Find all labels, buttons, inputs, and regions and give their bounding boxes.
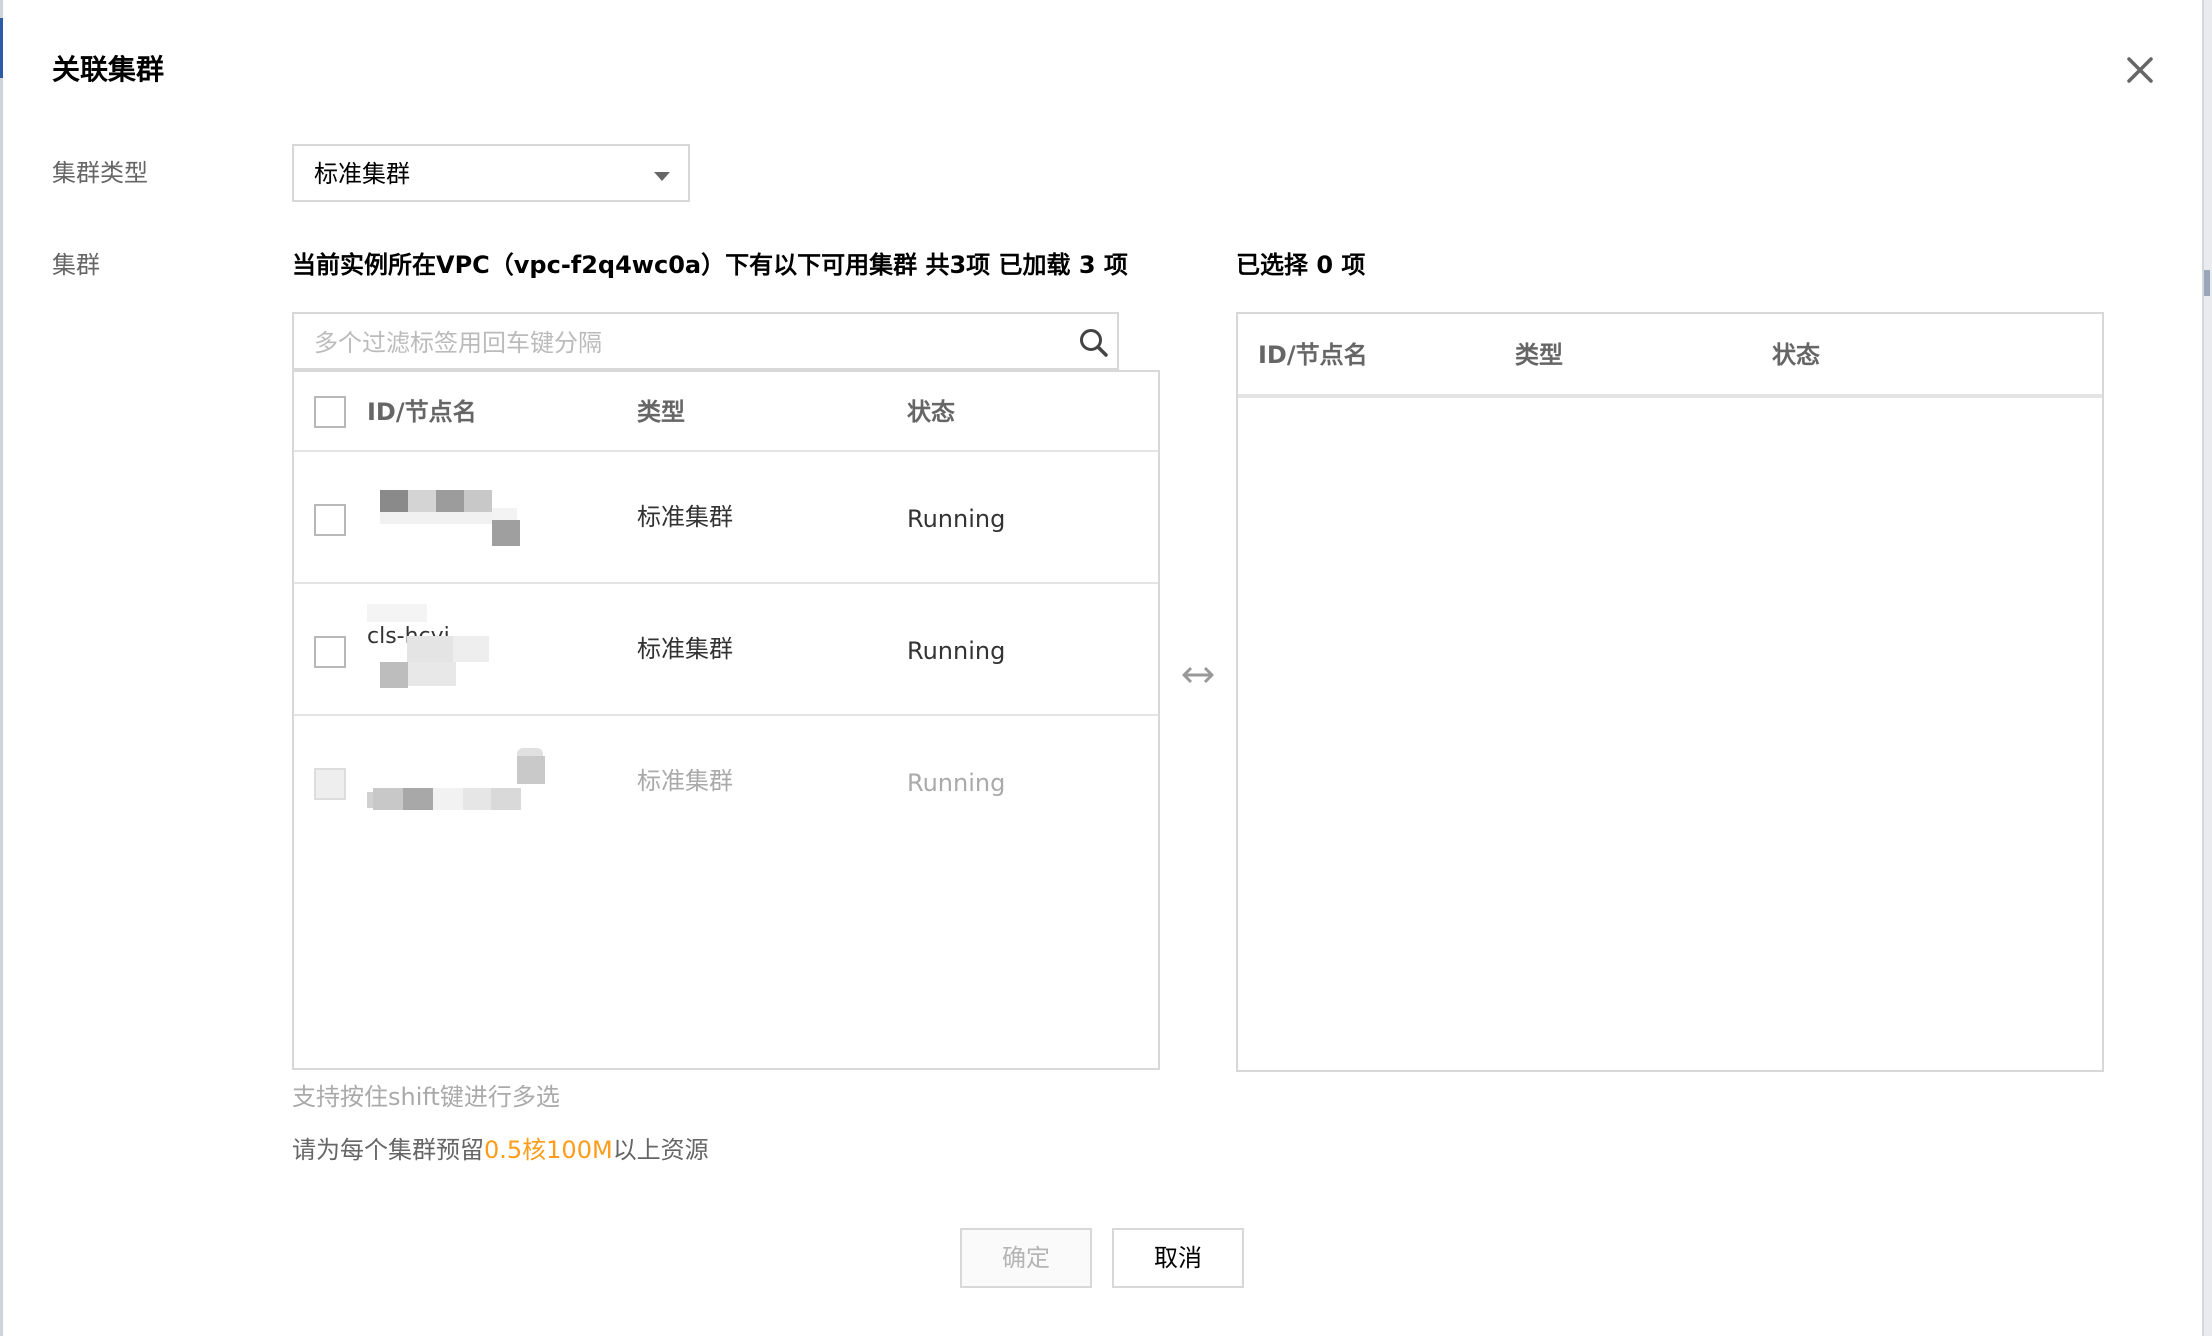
column-header-status: 状态: [1772, 341, 1820, 369]
cluster-id-cell: [367, 746, 557, 816]
redaction-block: [380, 512, 492, 524]
redaction-block: [403, 788, 433, 810]
reserve-tip-prefix: 请为每个集群预留: [292, 1136, 484, 1164]
redaction-block: [491, 788, 521, 810]
column-header-type: 类型: [637, 398, 685, 426]
cluster-type: 标准集群: [637, 503, 733, 531]
redaction-block: [408, 662, 456, 686]
selected-count-title: 已选择 0 项: [1236, 251, 1366, 279]
column-header-id: ID/节点名: [1258, 341, 1368, 369]
cluster-id-cell: [367, 488, 557, 548]
cluster-label: 集群: [52, 251, 100, 279]
column-header-type: 类型: [1515, 341, 1563, 369]
chevron-down-icon: [654, 172, 670, 181]
available-clusters-description: 当前实例所在VPC（vpc-f2q4wc0a）下有以下可用集群 共3项 已加载 …: [292, 251, 1128, 279]
confirm-button[interactable]: 确定: [960, 1228, 1092, 1288]
redaction-block: [367, 604, 427, 622]
right-scrollbar-strip: [2202, 0, 2212, 1336]
cluster-type-value: 标准集群: [314, 160, 410, 188]
redaction-block: [433, 788, 463, 810]
redaction-block: [373, 788, 403, 810]
redaction-block: [408, 490, 436, 512]
redaction-block: [517, 748, 543, 756]
available-clusters-table: ID/节点名 类型 状态 标准集群 Running cls-hcyi: [292, 370, 1160, 1070]
multi-select-tip: 支持按住shift键进行多选: [292, 1083, 560, 1111]
cluster-type: 标准集群: [637, 767, 733, 795]
redaction-block: [492, 520, 520, 546]
column-header-status: 状态: [907, 398, 955, 426]
redaction-block: [492, 508, 517, 520]
table-header: ID/节点名 类型 状态: [294, 372, 1158, 452]
dialog-title: 关联集群: [52, 53, 165, 86]
resource-reserve-tip: 请为每个集群预留0.5核100M以上资源: [292, 1133, 709, 1167]
transfer-arrows-icon: [1182, 666, 1214, 684]
right-edge-marker: [2204, 270, 2210, 296]
table-row: 标准集群 Running: [294, 716, 1158, 848]
close-icon: [2127, 57, 2153, 83]
cluster-type-select[interactable]: 标准集群: [292, 144, 690, 202]
redaction-block: [380, 662, 408, 688]
search-icon[interactable]: [1078, 327, 1110, 359]
row-checkbox[interactable]: [314, 636, 346, 668]
reserve-tip-suffix: 以上资源: [612, 1136, 709, 1164]
cluster-id-cell: cls-hcyi: [367, 604, 557, 694]
redaction-block: [407, 636, 453, 662]
cluster-status: Running: [907, 769, 1006, 797]
column-header-id: ID/节点名: [367, 398, 477, 426]
filter-search-box: [292, 312, 1119, 370]
left-window-edge: [0, 0, 3, 1336]
close-button[interactable]: [2120, 50, 2160, 90]
cancel-button[interactable]: 取消: [1112, 1228, 1244, 1288]
redaction-block: [463, 788, 491, 810]
table-row[interactable]: cls-hcyi 标准集群 Running: [294, 584, 1158, 716]
filter-search-input[interactable]: [314, 326, 1054, 360]
redaction-block: [453, 636, 489, 662]
row-checkbox[interactable]: [314, 504, 346, 536]
table-header: ID/节点名 类型 状态: [1238, 314, 2102, 398]
selected-clusters-table: ID/节点名 类型 状态: [1236, 312, 2104, 1072]
redaction-block: [436, 490, 464, 512]
cluster-type: 标准集群: [637, 635, 733, 663]
row-checkbox: [314, 768, 346, 800]
cluster-type-label: 集群类型: [52, 159, 148, 187]
redaction-block: [517, 756, 545, 784]
select-all-checkbox[interactable]: [314, 396, 346, 428]
table-row[interactable]: 标准集群 Running: [294, 452, 1158, 584]
redaction-block: [464, 490, 492, 512]
left-window-edge-accent: [0, 18, 3, 78]
reserve-tip-highlight: 0.5核100M: [484, 1136, 613, 1164]
cluster-status: Running: [907, 505, 1006, 533]
cluster-status: Running: [907, 637, 1006, 665]
redaction-block: [380, 490, 408, 512]
